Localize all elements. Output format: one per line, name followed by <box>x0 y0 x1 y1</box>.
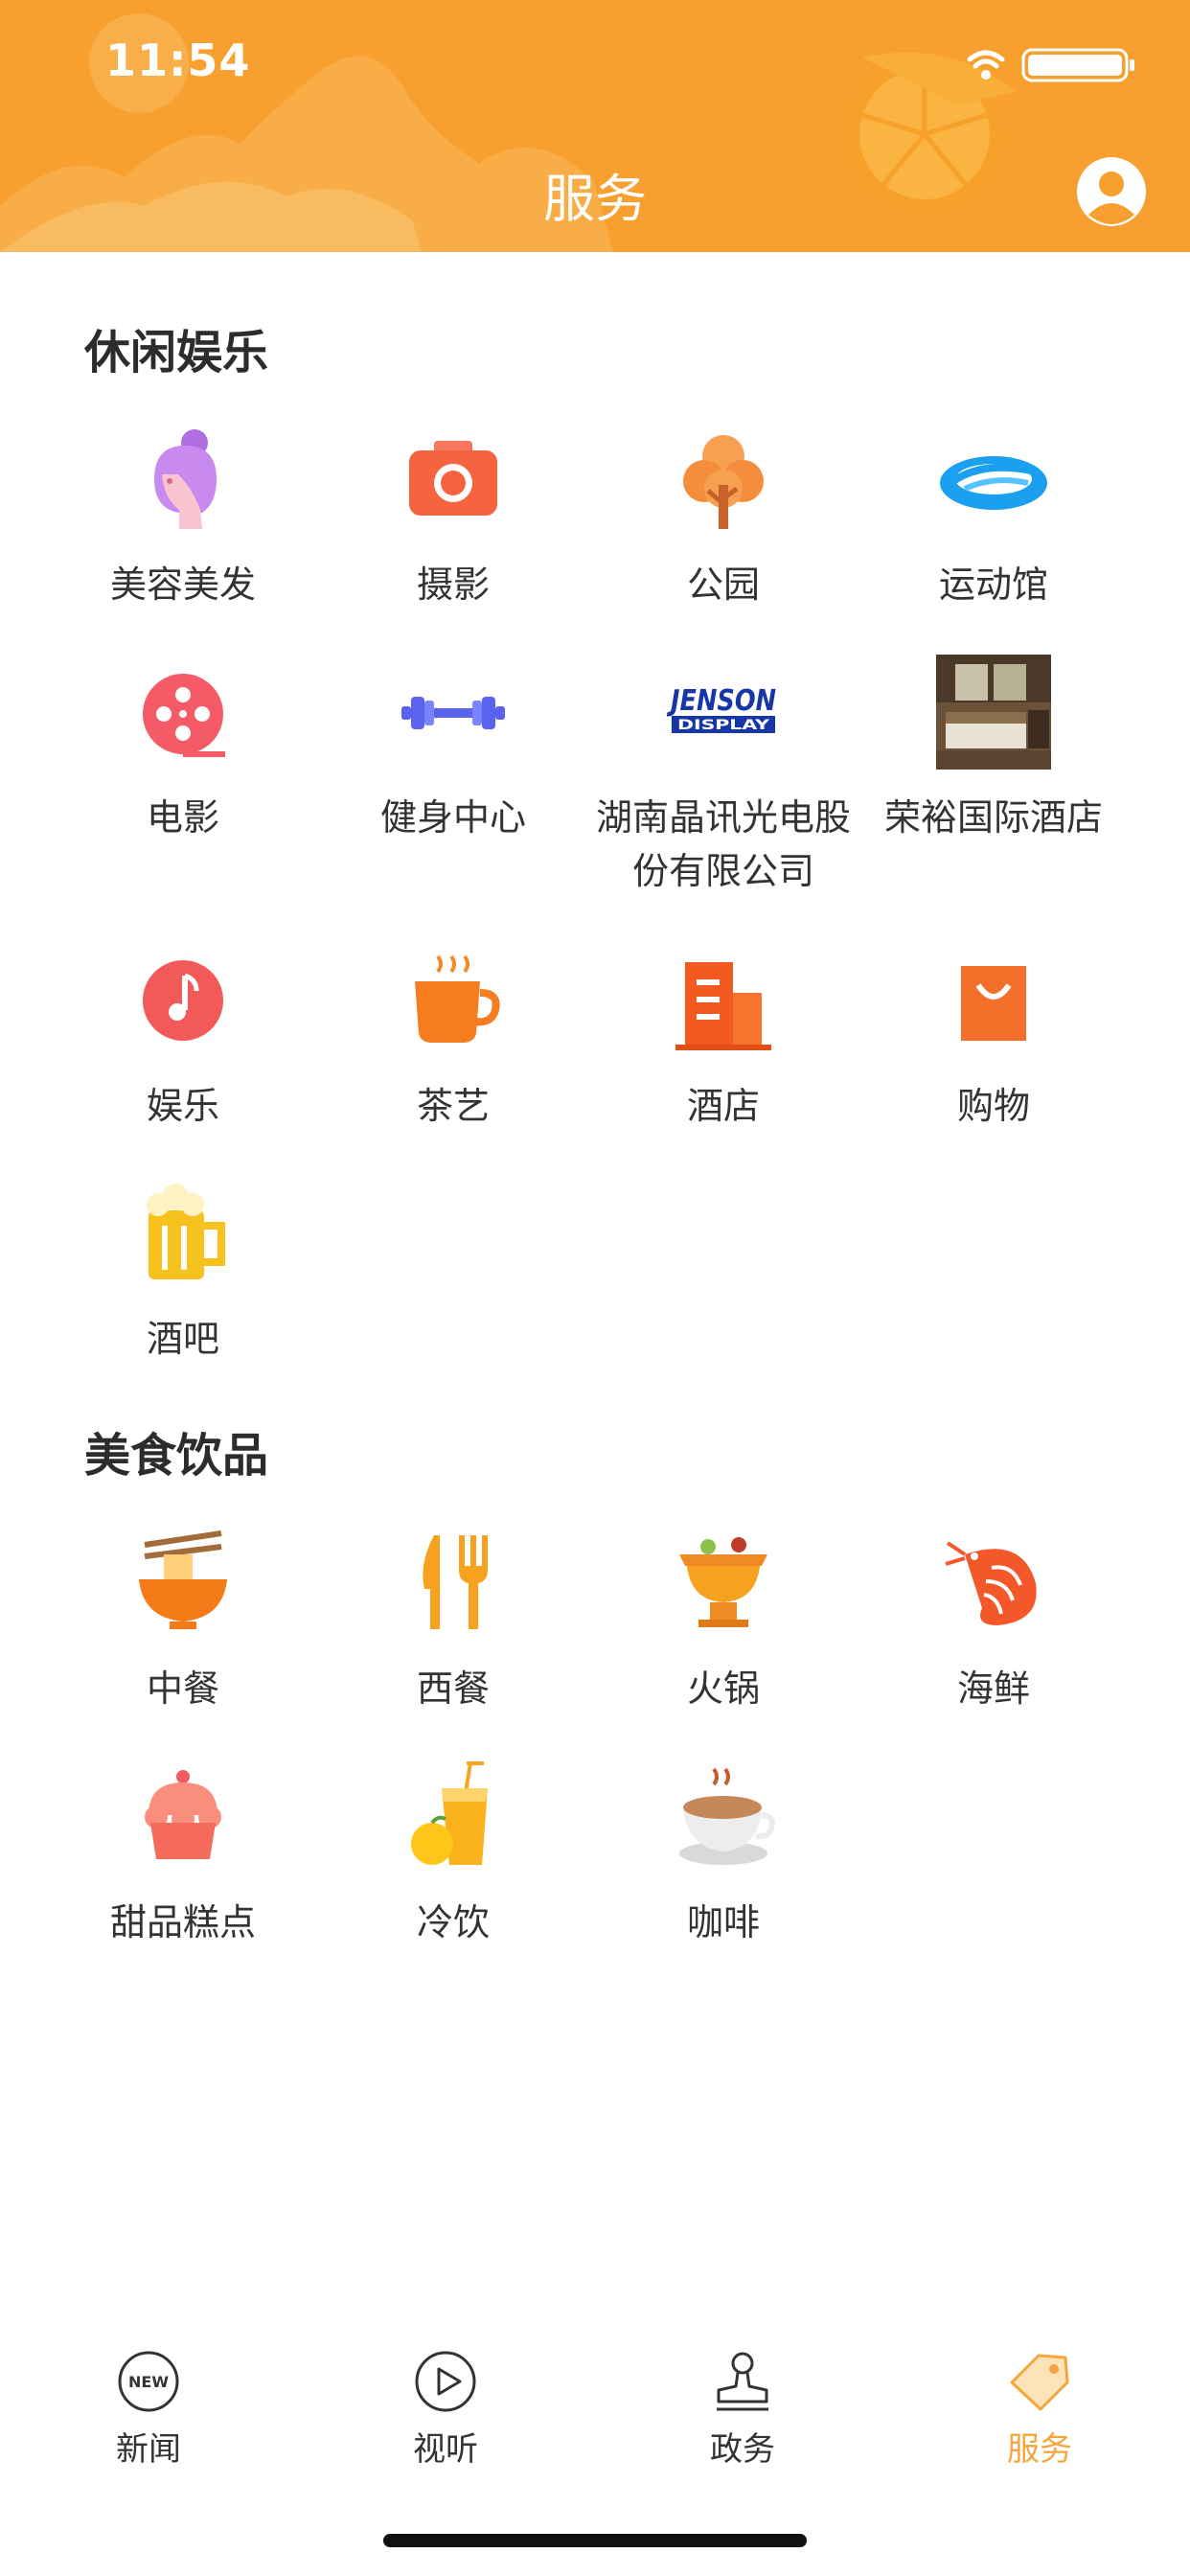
header-bar: 11:54 服务 <box>0 0 1190 252</box>
coffee-cup-icon <box>679 1767 775 1865</box>
tab-label: 视听 <box>413 2430 478 2469</box>
noodle-bowl-icon <box>139 1530 227 1629</box>
music-note-icon <box>143 960 223 1041</box>
service-item-label: 荣裕国际酒店 <box>883 796 1103 839</box>
service-item-label: 湖南晶讯光电股份有限公司 <box>595 796 851 892</box>
hotel-building-icon <box>675 962 771 1050</box>
service-item-rongyu-hotel[interactable]: 荣裕国际酒店 <box>858 655 1129 844</box>
page-title: 服务 <box>543 169 647 229</box>
juice-icon <box>411 1761 488 1865</box>
status-icons <box>967 48 1134 82</box>
service-item-label: 酒店 <box>686 1085 760 1127</box>
tea-cup-icon <box>415 954 500 1043</box>
service-item-label: 海鲜 <box>956 1668 1030 1710</box>
film-reel-icon <box>143 674 225 757</box>
service-item-western-food[interactable]: 西餐 <box>318 1526 588 1715</box>
tab-government[interactable]: 政务 <box>594 2329 891 2470</box>
service-item-park[interactable]: 公园 <box>588 422 858 611</box>
service-item-seafood[interactable]: 海鲜 <box>858 1526 1129 1715</box>
news-icon: NEW <box>118 2351 179 2412</box>
section-title-leisure: 休闲娱乐 <box>84 326 269 380</box>
hotel-room-photo <box>936 655 1051 770</box>
tab-news[interactable]: NEW 新闻 <box>0 2329 297 2470</box>
service-item-shopping[interactable]: 购物 <box>858 943 1129 1133</box>
bottom-tab-bar: NEW 新闻 视听 政务 服务 <box>0 2329 1190 2482</box>
service-item-label: 甜品糕点 <box>109 1901 256 1944</box>
hotpot-icon <box>679 1537 767 1627</box>
home-indicator <box>383 2534 807 2547</box>
tab-services[interactable]: 服务 <box>891 2329 1188 2470</box>
service-item-label: 冷饮 <box>416 1901 490 1944</box>
service-item-label: 公园 <box>686 564 760 606</box>
service-item-label: 摄影 <box>416 564 490 606</box>
svg-text:JENSON: JENSON <box>667 684 776 718</box>
tab-label: 新闻 <box>116 2430 181 2469</box>
camera-icon <box>409 441 497 516</box>
service-item-cold-drink[interactable]: 冷饮 <box>318 1760 588 1949</box>
dumbbell-icon <box>401 697 505 729</box>
service-item-label: 咖啡 <box>686 1901 760 1944</box>
tab-label: 服务 <box>1007 2430 1072 2469</box>
tag-icon <box>1010 2354 1069 2411</box>
service-item-label: 运动馆 <box>938 564 1048 606</box>
profile-icon[interactable] <box>1075 155 1148 228</box>
tab-audio-video[interactable]: 视听 <box>297 2329 594 2470</box>
service-item-bar[interactable]: 酒吧 <box>48 1176 318 1366</box>
service-item-label: 购物 <box>956 1085 1030 1127</box>
status-time: 11:54 <box>105 34 251 86</box>
shrimp-icon <box>945 1541 1037 1625</box>
service-item-label: 酒吧 <box>146 1318 219 1360</box>
service-item-hotel[interactable]: 酒店 <box>588 943 858 1133</box>
service-item-movie[interactable]: 电影 <box>48 655 318 844</box>
service-item-entertainment[interactable]: 娱乐 <box>48 943 318 1133</box>
tree-icon <box>683 435 764 529</box>
service-item-label: 茶艺 <box>416 1085 490 1127</box>
section-title-food: 美食饮品 <box>84 1429 269 1483</box>
news-badge: NEW <box>128 2373 169 2391</box>
battery-icon <box>1021 48 1134 82</box>
service-item-coffee[interactable]: 咖啡 <box>588 1760 858 1949</box>
cupcake-icon <box>145 1770 221 1859</box>
service-item-label: 火锅 <box>686 1668 760 1710</box>
stadium-icon <box>940 456 1047 510</box>
jenson-display-logo: JENSON DISPLAY <box>667 684 776 733</box>
play-icon <box>415 2351 476 2412</box>
service-item-fitness[interactable]: 健身中心 <box>318 655 588 844</box>
service-item-beauty[interactable]: 美容美发 <box>48 422 318 611</box>
service-item-hotpot[interactable]: 火锅 <box>588 1526 858 1715</box>
shopping-bag-icon <box>961 966 1026 1041</box>
service-item-stadium[interactable]: 运动馆 <box>858 422 1129 611</box>
service-item-label: 中餐 <box>146 1668 219 1710</box>
service-item-photography[interactable]: 摄影 <box>318 422 588 611</box>
knife-fork-icon <box>423 1535 488 1629</box>
tab-label: 政务 <box>710 2430 775 2469</box>
beauty-salon-icon <box>154 429 217 529</box>
service-item-dessert[interactable]: 甜品糕点 <box>48 1760 318 1949</box>
service-item-tea[interactable]: 茶艺 <box>318 943 588 1133</box>
service-item-label: 美容美发 <box>109 564 256 606</box>
service-item-jenson[interactable]: JENSON DISPLAY 湖南晶讯光电股份有限公司 <box>588 655 858 898</box>
service-item-label: 电影 <box>146 796 219 839</box>
stamp-icon <box>717 2352 768 2411</box>
service-item-label: 娱乐 <box>146 1085 219 1127</box>
wifi-icon <box>967 50 1005 80</box>
beer-mug-icon <box>147 1184 225 1279</box>
service-item-label: 健身中心 <box>379 796 526 839</box>
service-item-label: 西餐 <box>416 1668 490 1710</box>
service-item-chinese-food[interactable]: 中餐 <box>48 1526 318 1715</box>
svg-text:DISPLAY: DISPLAY <box>677 718 770 733</box>
